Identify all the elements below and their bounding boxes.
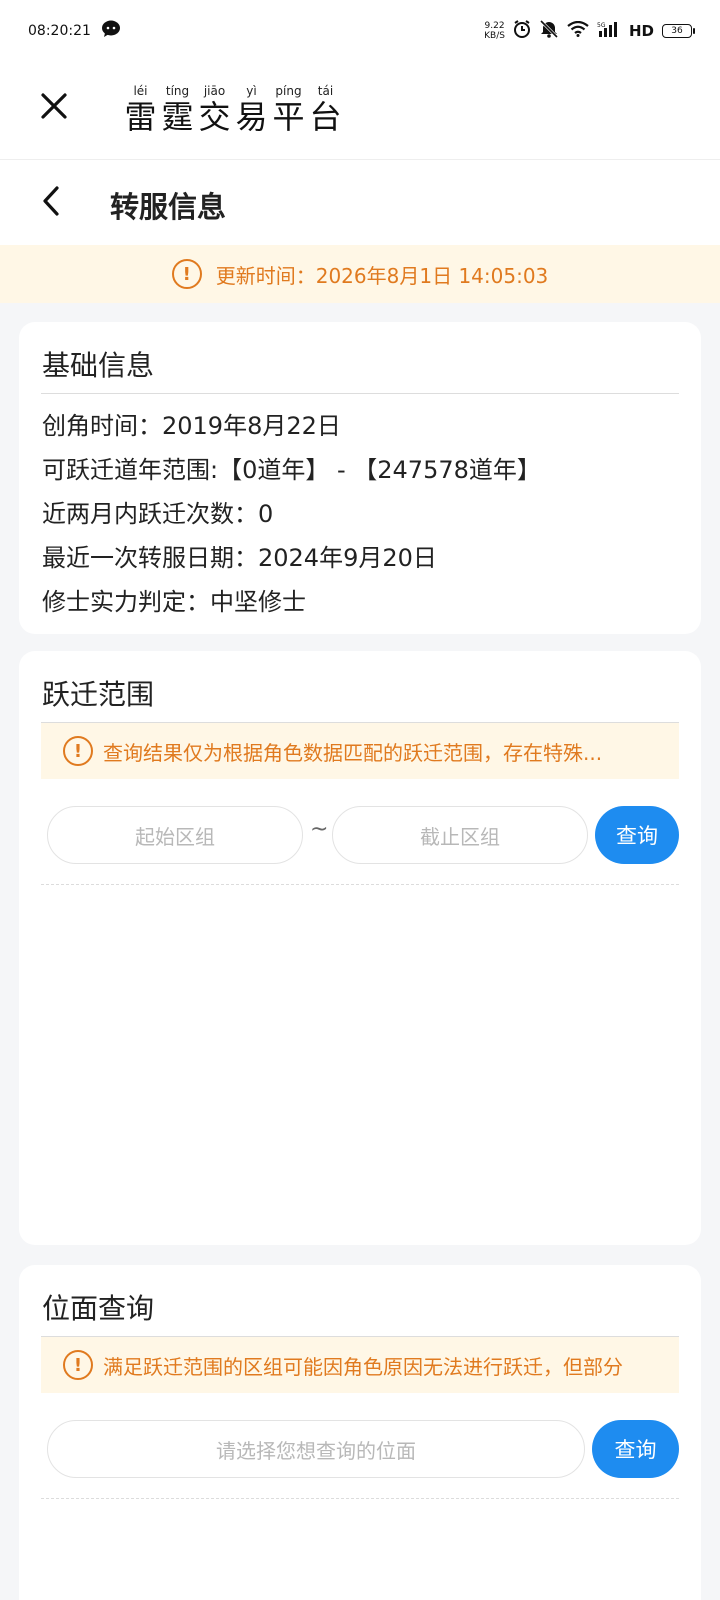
basic-info-title: 基础信息 [42,349,155,382]
jump-range-query-button[interactable]: 查询 [595,806,679,864]
chevron-left-icon [40,185,62,221]
title-char-pinyin: léi [133,84,148,98]
title-char-pinyin: jiāo [203,84,226,98]
warning-icon: ! [63,1350,93,1380]
jump-range-card: 跃迁范围 ! 查询结果仅为根据角色数据匹配的跃迁范围，存在特殊... 起始区组 … [19,651,701,1245]
status-bar: 08:20:21 9.22 KB/S 5G HD 36 [0,0,720,62]
title-char-glyph: 易 [235,98,268,136]
sub-navigation: 转服信息 [0,160,720,245]
jump-range-notice: ! 查询结果仅为根据角色数据匹配的跃迁范围，存在特殊... [41,723,679,779]
title-char-glyph: 霆 [161,98,194,136]
basic-info-card: 基础信息 创角时间：2019年8月22日 可跃迁道年范围:【0道年】 - 【24… [19,322,701,634]
status-time: 08:20:21 [28,23,91,39]
title-char-pinyin: yì [246,84,257,98]
position-select-input[interactable]: 请选择您想查询的位面 [47,1420,585,1478]
title-char-glyph: 交 [198,98,231,136]
update-time-banner: ! 更新时间：2026年8月1日 14:05:03 [0,245,720,303]
title-char: tíng 霆 [161,84,194,136]
position-query-notice: ! 满足跃迁范围的区组可能因角色原因无法进行跃迁，但部分 [41,1337,679,1393]
title-char-pinyin: tíng [165,84,190,98]
network-speed: 9.22 KB/S [484,21,505,41]
svg-text:5G: 5G [597,22,606,29]
battery-icon: 36 [662,24,695,38]
position-query-notice-text: 满足跃迁范围的区组可能因角色原因无法进行跃迁，但部分 [103,1354,623,1379]
title-char-glyph: 台 [309,98,342,136]
title-char-glyph: 雷 [124,98,157,136]
jump-range-title: 跃迁范围 [42,678,155,711]
warning-icon: ! [63,736,93,766]
info-line-last-transfer: 最近一次转服日期：2024年9月20日 [42,544,437,572]
title-char: léi 雷 [124,84,157,136]
hd-label: HD [628,22,654,40]
close-icon [40,92,68,124]
status-right: 9.22 KB/S 5G HD 36 [484,19,695,42]
back-button[interactable] [34,186,68,220]
chat-bubble-icon [101,20,121,42]
warning-icon: ! [171,259,202,289]
title-char: píng 平 [272,84,305,136]
mute-icon [539,19,559,42]
divider [41,393,679,394]
jump-range-notice-text: 查询结果仅为根据角色数据匹配的跃迁范围，存在特殊... [103,740,603,765]
info-line-create-time: 创角时间：2019年8月22日 [42,412,341,440]
position-query-title: 位面查询 [42,1292,155,1325]
start-zone-placeholder: 起始区组 [135,824,215,849]
position-placeholder: 请选择您想查询的位面 [216,1438,416,1463]
position-query-card: 位面查询 ! 满足跃迁范围的区组可能因角色原因无法进行跃迁，但部分 请选择您想查… [19,1265,701,1600]
dashed-divider [41,884,679,885]
range-separator: ~ [310,817,329,842]
app-header: léi 雷 tíng 霆 jiāo 交 yì 易 píng 平 tái 台 [0,62,720,160]
info-line-jump-range: 可跃迁道年范围:【0道年】 - 【247578道年】 [42,456,541,484]
wifi-icon [567,20,589,41]
info-line-strength: 修士实力判定：中坚修士 [42,588,306,616]
update-time-text: 更新时间：2026年8月1日 14:05:03 [215,263,549,288]
info-line-jump-count: 近两月内跃迁次数：0 [42,500,274,528]
title-char-pinyin: tái [317,84,334,98]
end-zone-placeholder: 截止区组 [420,824,500,849]
position-query-button[interactable]: 查询 [592,1420,679,1478]
close-button[interactable] [38,92,70,124]
signal-5g-icon: 5G [597,21,621,41]
status-left: 08:20:21 [28,20,121,42]
app-title: léi 雷 tíng 霆 jiāo 交 yì 易 píng 平 tái 台 [124,84,342,136]
title-char-glyph: 平 [272,98,305,136]
title-char-pinyin: píng [275,84,302,98]
alarm-icon [513,20,531,42]
dashed-divider [41,1498,679,1499]
end-zone-input[interactable]: 截止区组 [332,806,588,864]
page-title: 转服信息 [110,190,227,224]
title-char: jiāo 交 [198,84,231,136]
start-zone-input[interactable]: 起始区组 [47,806,303,864]
title-char: yì 易 [235,84,268,136]
title-char: tái 台 [309,84,342,136]
